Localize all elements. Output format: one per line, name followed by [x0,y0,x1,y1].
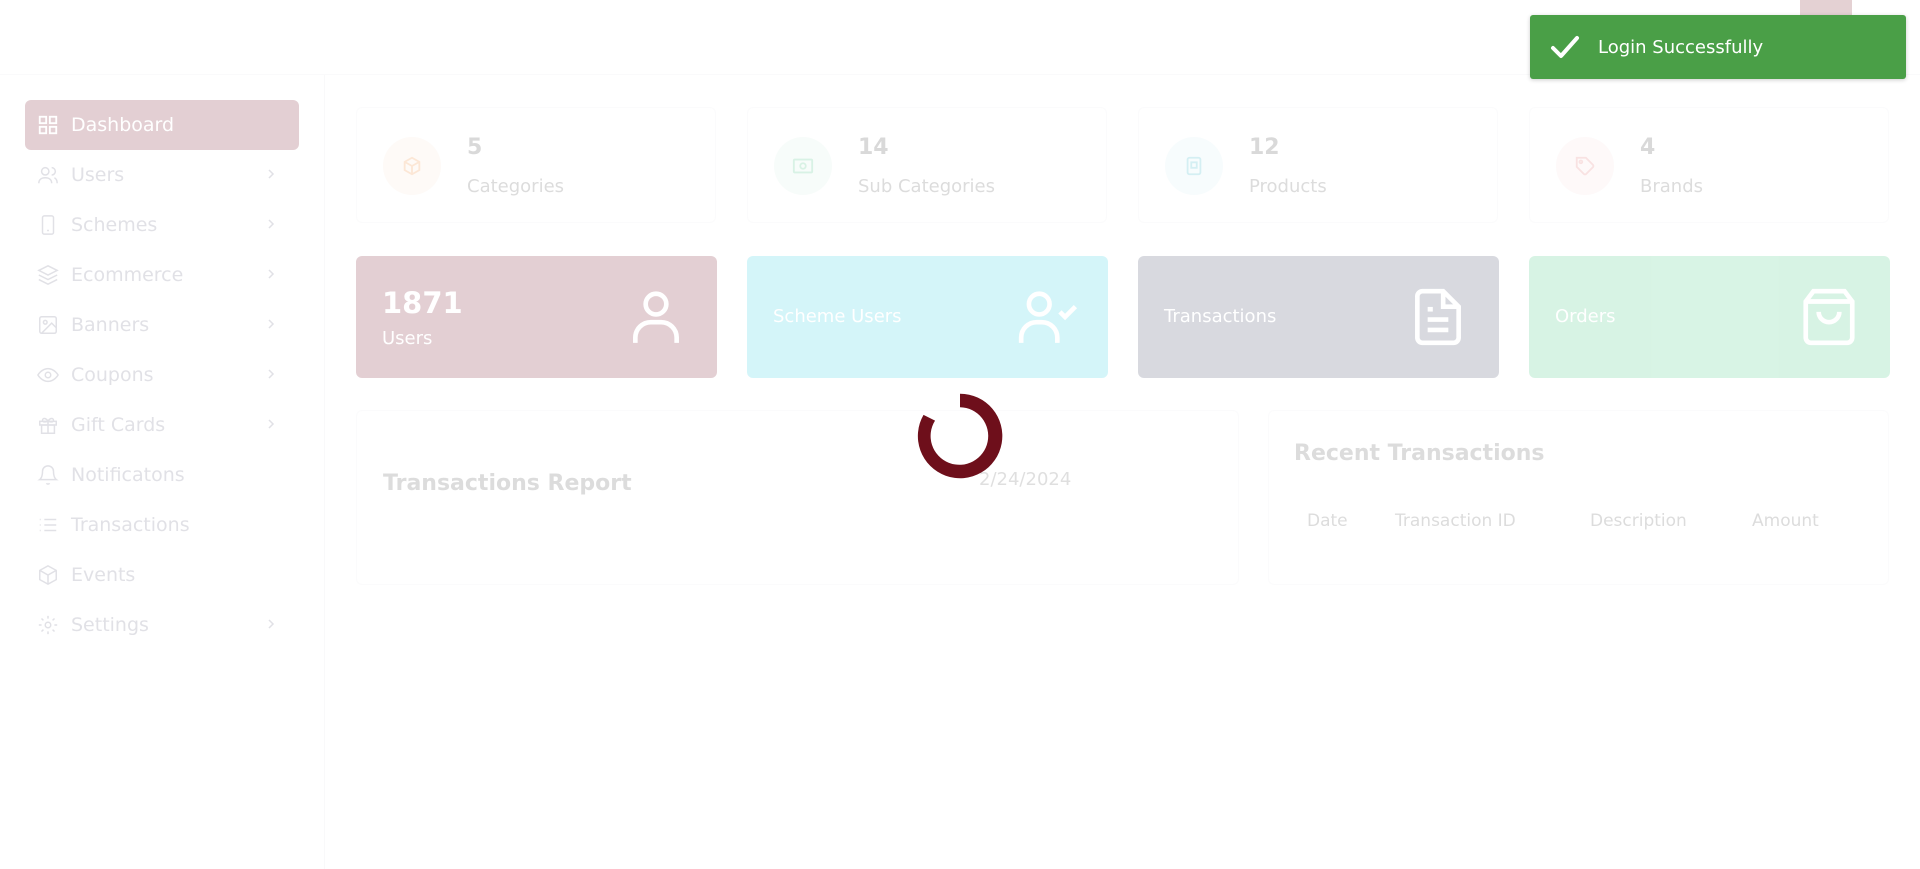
sidebar-item-label: Schemes [71,214,158,236]
chevron-right-icon [268,369,275,379]
sidebar-item-label: Banners [71,314,150,336]
phone-icon [41,215,55,235]
sidebar-item-label: Ecommerce [71,264,184,286]
sidebar-item-label: Gift Cards [71,414,166,436]
sidebar-item-gift-cards[interactable]: Gift Cards [25,400,299,450]
toast-notification[interactable]: Login Successfully [1530,15,1906,79]
sidebar-item-users[interactable]: Users [25,150,299,200]
card-label: Users [382,328,433,349]
list-icon [39,518,57,532]
sidebar-item-label: Users [71,164,125,186]
chevron-right-icon [268,319,275,329]
stat-icon-circle [1165,137,1223,195]
stat-icon-circle [1556,137,1614,195]
bell-icon [37,465,59,485]
sidebar-item-settings[interactable]: Settings [25,600,299,650]
stat-card-sub-categories[interactable]: 14 Sub Categories [747,107,1107,223]
gear-icon [38,615,58,635]
card-label: Scheme Users [773,306,902,327]
panel-title: Transactions Report [383,471,632,496]
card-scheme-users[interactable]: Scheme Users [747,256,1108,378]
stat-card-brands[interactable]: 4 Brands [1529,107,1889,223]
chevron-right-icon [268,169,275,179]
stat-icon-circle [774,137,832,195]
toast-message: Login Successfully [1598,36,1764,58]
chevron-right-icon [268,269,275,279]
loading-spinner [917,393,1003,479]
sidebar-item-schemes[interactable]: Schemes [25,200,299,250]
sidebar-item-dashboard[interactable]: Dashboard [25,100,299,150]
chevron-right-icon [268,219,275,229]
card-label: Transactions [1164,306,1277,327]
column-header-transaction-id[interactable]: Transaction ID [1395,511,1516,531]
sidebar-item-label: Dashboard [71,114,175,136]
card-value: 1871 [382,286,463,320]
card-orders[interactable]: Orders [1529,256,1890,378]
category-icon [403,156,421,176]
shopping-bag-icon [1803,288,1855,346]
stat-card-categories[interactable]: 5 Categories [356,107,716,223]
stat-card-products[interactable]: 12 Products [1138,107,1498,223]
user-check-icon [1018,291,1078,343]
layers-icon [37,265,59,285]
tag-icon [1575,156,1595,176]
stat-icon-circle [383,137,441,195]
sidebar-item-label: Transactions [71,514,190,536]
sidebar-item-label: Events [71,564,136,586]
stat-label: Categories [467,176,565,197]
stat-value: 5 [467,135,483,160]
users-icon [38,166,58,184]
sidebar: Dashboard Users Schemes Ecommerce Banner… [0,75,325,869]
sidebar-item-label: Coupons [71,364,154,386]
transactions-report-panel: Transactions Report 2/24/2024 [356,410,1239,585]
banknote-icon [792,158,814,174]
card-transactions[interactable]: Transactions [1138,256,1499,378]
card-label: Orders [1555,306,1616,327]
check-icon [1551,36,1579,58]
sidebar-item-ecommerce[interactable]: Ecommerce [25,250,299,300]
card-users[interactable]: 1871 Users [356,256,717,378]
sidebar-item-notifications[interactable]: Notificatons [25,450,299,500]
column-header-date[interactable]: Date [1307,511,1348,531]
eye-icon [37,367,59,383]
user-icon [633,291,679,343]
stat-label: Sub Categories [858,176,996,197]
recent-transactions-panel: Recent Transactions Date Transaction ID … [1268,410,1889,585]
sidebar-item-transactions[interactable]: Transactions [25,500,299,550]
chevron-right-icon [268,419,275,429]
sidebar-item-banners[interactable]: Banners [25,300,299,350]
image-icon [39,316,57,334]
sidebar-nav: Dashboard Users Schemes Ecommerce Banner… [25,100,299,650]
panel-title: Recent Transactions [1294,441,1545,466]
gift-icon [39,417,57,434]
dashboard-icon [38,115,58,135]
stat-value: 14 [858,135,889,160]
column-header-description[interactable]: Description [1590,511,1687,531]
document-icon [1415,288,1461,346]
sidebar-item-label: Settings [71,614,149,636]
stat-label: Products [1249,176,1327,197]
sidebar-item-coupons[interactable]: Coupons [25,350,299,400]
sidebar-item-label: Notificatons [71,464,185,486]
stat-value: 12 [1249,135,1280,160]
chevron-right-icon [268,619,275,629]
stat-value: 4 [1640,135,1656,160]
box-icon [39,564,57,586]
column-header-amount[interactable]: Amount [1752,511,1819,531]
product-icon [1186,156,1202,176]
sidebar-item-events[interactable]: Events [25,550,299,600]
stat-label: Brands [1640,176,1703,197]
